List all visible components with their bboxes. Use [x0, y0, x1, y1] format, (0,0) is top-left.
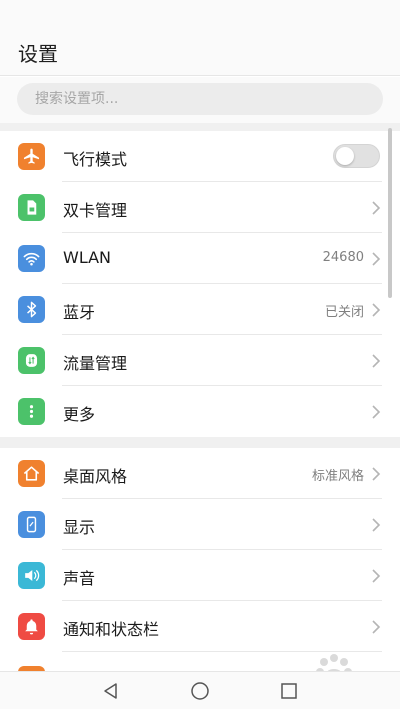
bluetooth-icon: [18, 296, 45, 323]
bell-icon: [18, 613, 45, 640]
row-wlan[interactable]: WLAN 24680: [0, 233, 400, 284]
row-label: 显示: [63, 518, 96, 537]
chevron-right-icon: [372, 201, 381, 215]
chevron-right-icon: [372, 620, 381, 634]
row-value: 24680: [322, 250, 364, 265]
row-bluetooth[interactable]: 蓝牙 已关闭: [0, 284, 400, 335]
row-display[interactable]: 显示: [0, 499, 400, 550]
chevron-right-icon: [372, 518, 381, 532]
speaker-icon: [18, 562, 45, 589]
recents-square-icon[interactable]: [279, 681, 299, 701]
header-bar: 设置: [0, 0, 400, 76]
settings-group-network: 飞行模式 双卡管理 WLAN 24680 蓝牙 已关闭 流量管理 更多: [0, 131, 400, 437]
row-data-usage[interactable]: 流量管理: [0, 335, 400, 386]
search-input[interactable]: [17, 83, 383, 115]
row-airplane-mode[interactable]: 飞行模式: [0, 131, 400, 182]
row-label: WLAN: [63, 248, 112, 267]
row-label: 双卡管理: [63, 201, 128, 220]
row-value: 标准风格: [311, 469, 364, 484]
airplane-mode-toggle[interactable]: [333, 144, 380, 168]
row-sound[interactable]: 声音: [0, 550, 400, 601]
scrollbar[interactable]: [388, 128, 392, 298]
row-label: 飞行模式: [63, 150, 128, 169]
chevron-right-icon: [372, 405, 381, 419]
back-triangle-icon[interactable]: [101, 681, 121, 701]
row-label: 声音: [63, 569, 96, 588]
row-label: 通知和状态栏: [63, 620, 160, 639]
data-usage-icon: [18, 347, 45, 374]
more-icon: [18, 398, 45, 425]
section-gap: [0, 123, 400, 131]
section-gap: [0, 437, 400, 448]
search-bar: [0, 77, 400, 123]
home-circle-icon[interactable]: [190, 681, 210, 701]
row-more[interactable]: 更多: [0, 386, 400, 437]
row-label: 桌面风格: [63, 467, 128, 486]
row-label: 流量管理: [63, 354, 128, 373]
wifi-icon: [18, 245, 45, 272]
row-label: 更多: [63, 405, 96, 424]
chevron-right-icon: [372, 354, 381, 368]
row-notifications[interactable]: 通知和状态栏: [0, 601, 400, 652]
row-label: 蓝牙: [63, 303, 96, 322]
chevron-right-icon: [372, 303, 381, 317]
row-value: 已关闭: [324, 305, 364, 320]
page-title: 设置: [18, 42, 58, 66]
home-icon: [18, 460, 45, 487]
row-desktop-style[interactable]: 桌面风格 标准风格: [0, 448, 400, 499]
chevron-right-icon: [372, 252, 381, 266]
chevron-right-icon: [372, 569, 381, 583]
row-dual-sim[interactable]: 双卡管理: [0, 182, 400, 233]
airplane-icon: [18, 143, 45, 170]
chevron-right-icon: [372, 467, 381, 481]
system-navigation-bar: [0, 671, 400, 709]
sim-card-icon: [18, 194, 45, 221]
display-icon: [18, 511, 45, 538]
